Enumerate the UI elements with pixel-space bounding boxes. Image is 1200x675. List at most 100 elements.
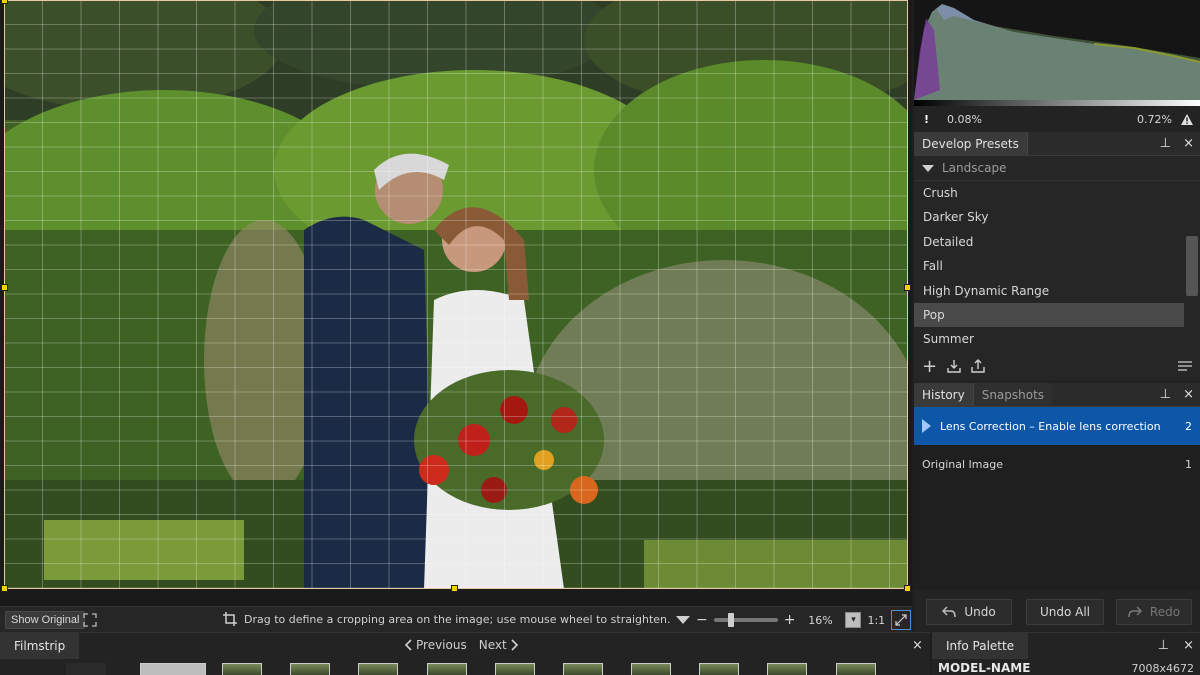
preset-item[interactable]: Darker Sky xyxy=(914,205,1184,229)
show-original-button[interactable]: Show Original xyxy=(5,611,86,629)
preset-item[interactable]: Crush xyxy=(914,181,1184,205)
crop-hint-text: Drag to define a cropping area on the im… xyxy=(244,612,671,626)
redo-button[interactable]: Redo xyxy=(1116,599,1192,625)
crop-handle-bottom-left[interactable] xyxy=(1,585,8,592)
zoom-slider-thumb[interactable] xyxy=(727,613,734,627)
pin-icon[interactable]: ⊥ xyxy=(1160,387,1171,402)
redo-label: Redo xyxy=(1149,605,1181,619)
view-dropdown-icon[interactable] xyxy=(676,616,690,624)
import-preset-icon[interactable] xyxy=(947,359,961,373)
crop-hint: Drag to define a cropping area on the im… xyxy=(222,611,671,627)
history-row-label: Original Image xyxy=(922,457,1003,471)
crop-handle-bottom[interactable] xyxy=(451,585,458,592)
crop-handle-bottom-right[interactable] xyxy=(904,585,911,592)
preset-item[interactable]: Fall xyxy=(914,254,1184,278)
add-preset-icon[interactable]: + xyxy=(922,356,937,377)
one-to-one-button[interactable]: 1:1 xyxy=(867,614,885,627)
next-button[interactable]: Next xyxy=(479,638,519,652)
chevron-right-icon xyxy=(511,639,518,651)
undo-label: Undo xyxy=(964,605,996,619)
tab-snapshots[interactable]: Snapshots xyxy=(973,383,1053,406)
undo-icon xyxy=(942,606,957,618)
zoom-slider[interactable] xyxy=(713,613,778,627)
zoom-level: 16% xyxy=(808,613,833,627)
zoom-menu-button[interactable]: ▾ xyxy=(845,612,862,628)
histogram xyxy=(914,0,1200,106)
image-canvas[interactable] xyxy=(0,0,912,606)
close-icon[interactable]: × xyxy=(1183,136,1194,151)
canvas-toolbar: Show Original Drag to define a cropping … xyxy=(0,606,912,632)
zoom-out-icon[interactable]: − xyxy=(696,612,708,628)
pin-icon[interactable]: ⊥ xyxy=(1158,638,1169,653)
tab-info-palette[interactable]: Info Palette xyxy=(932,633,1029,659)
highlight-clipping-warning-icon[interactable] xyxy=(1180,113,1194,126)
filmstrip-thumbnail[interactable] xyxy=(140,663,206,675)
undo-all-button[interactable]: Undo All xyxy=(1026,599,1104,625)
filmstrip-thumbnail[interactable] xyxy=(699,663,739,675)
preset-menu-icon[interactable] xyxy=(1178,360,1192,372)
crop-handle-top-left[interactable] xyxy=(1,0,8,4)
tab-history[interactable]: History xyxy=(914,383,974,406)
history-list: Lens Correction – Enable lens correction… xyxy=(914,407,1200,590)
info-palette: Info Palette ⊥ × MODEL-NAME 7008x4672 xyxy=(932,632,1200,675)
zoom-in-icon[interactable]: + xyxy=(784,612,796,628)
presets-toolbar: + xyxy=(914,352,1200,380)
history-buttons: Undo Undo All Redo xyxy=(914,592,1200,632)
tab-filmstrip[interactable]: Filmstrip xyxy=(0,633,80,659)
zoom-controls: − + 16% ▾ 1:1 xyxy=(676,610,912,630)
pin-icon[interactable]: ⊥ xyxy=(1160,136,1171,151)
crop-grid-overlay xyxy=(4,0,908,589)
crop-icon xyxy=(223,612,237,626)
photo-preview[interactable] xyxy=(4,0,908,589)
filmstrip-thumbnail[interactable] xyxy=(836,663,876,675)
filmstrip-thumbnail[interactable] xyxy=(66,663,106,675)
diagonal-arrows-icon xyxy=(895,614,907,626)
chevron-left-icon xyxy=(404,639,412,651)
filmstrip-navigation: Previous Next xyxy=(404,638,519,652)
preset-item[interactable]: Summer xyxy=(914,327,1184,351)
presets-header: Develop Presets ⊥ × xyxy=(914,132,1200,156)
filmstrip-thumbnail[interactable] xyxy=(290,663,330,675)
crop-handle-right[interactable] xyxy=(904,284,911,291)
filmstrip-thumbnail[interactable] xyxy=(767,663,807,675)
fullscreen-icon[interactable] xyxy=(83,613,97,627)
camera-model: MODEL-NAME xyxy=(938,661,1031,675)
filmstrip-thumbnail[interactable] xyxy=(631,663,671,675)
preset-item[interactable]: Detailed xyxy=(914,230,1184,254)
current-step-icon xyxy=(922,419,931,433)
presets-list: Landscape Crush Darker Sky Detailed Fall Hig… xyxy=(914,156,1200,352)
history-row-original-image[interactable]: Original Image 1 xyxy=(914,445,1200,483)
previous-label: Previous xyxy=(416,638,467,652)
close-icon[interactable]: × xyxy=(912,638,923,653)
image-dimensions: 7008x4672 xyxy=(1131,662,1195,675)
history-row-number: 1 xyxy=(1185,457,1192,471)
history-row-lens-correction[interactable]: Lens Correction – Enable lens correction… xyxy=(914,407,1200,445)
close-icon[interactable]: × xyxy=(1183,387,1194,402)
crop-handle-left[interactable] xyxy=(1,284,8,291)
filmstrip-thumbnail[interactable] xyxy=(358,663,398,675)
next-label: Next xyxy=(478,638,507,652)
filmstrip-panel: Filmstrip Previous Next × xyxy=(0,632,930,675)
preset-item[interactable]: Pop xyxy=(914,302,1184,328)
history-header: History Snapshots ⊥ × xyxy=(914,383,1200,407)
right-panel: ! 0.08% 0.72% Develop Presets ⊥ × Landsc… xyxy=(914,0,1200,632)
preset-item[interactable]: High Dynamic Range xyxy=(914,279,1184,303)
filmstrip-thumbnail[interactable] xyxy=(563,663,603,675)
shadow-clip-value: 0.08% xyxy=(947,112,982,126)
export-preset-icon[interactable] xyxy=(971,359,985,373)
preset-group-label: Landscape xyxy=(942,161,1007,175)
previous-button[interactable]: Previous xyxy=(404,638,467,652)
highlight-clip-value: 0.72% xyxy=(1137,112,1172,126)
tab-develop-presets[interactable]: Develop Presets xyxy=(914,132,1028,155)
history-row-label: Lens Correction – Enable lens correction xyxy=(940,419,1161,433)
preset-group-landscape[interactable]: Landscape xyxy=(914,156,1200,181)
shadow-clipping-warning-icon[interactable]: ! xyxy=(914,113,929,126)
presets-scrollbar[interactable] xyxy=(1186,236,1198,296)
filmstrip-thumbnail[interactable] xyxy=(222,663,262,675)
filmstrip-thumbnail[interactable] xyxy=(495,663,535,675)
close-icon[interactable]: × xyxy=(1183,638,1194,653)
filmstrip-thumbnail[interactable] xyxy=(427,663,467,675)
fit-to-window-button[interactable] xyxy=(891,610,912,630)
collapse-icon[interactable] xyxy=(922,164,934,172)
undo-button[interactable]: Undo xyxy=(926,599,1012,625)
